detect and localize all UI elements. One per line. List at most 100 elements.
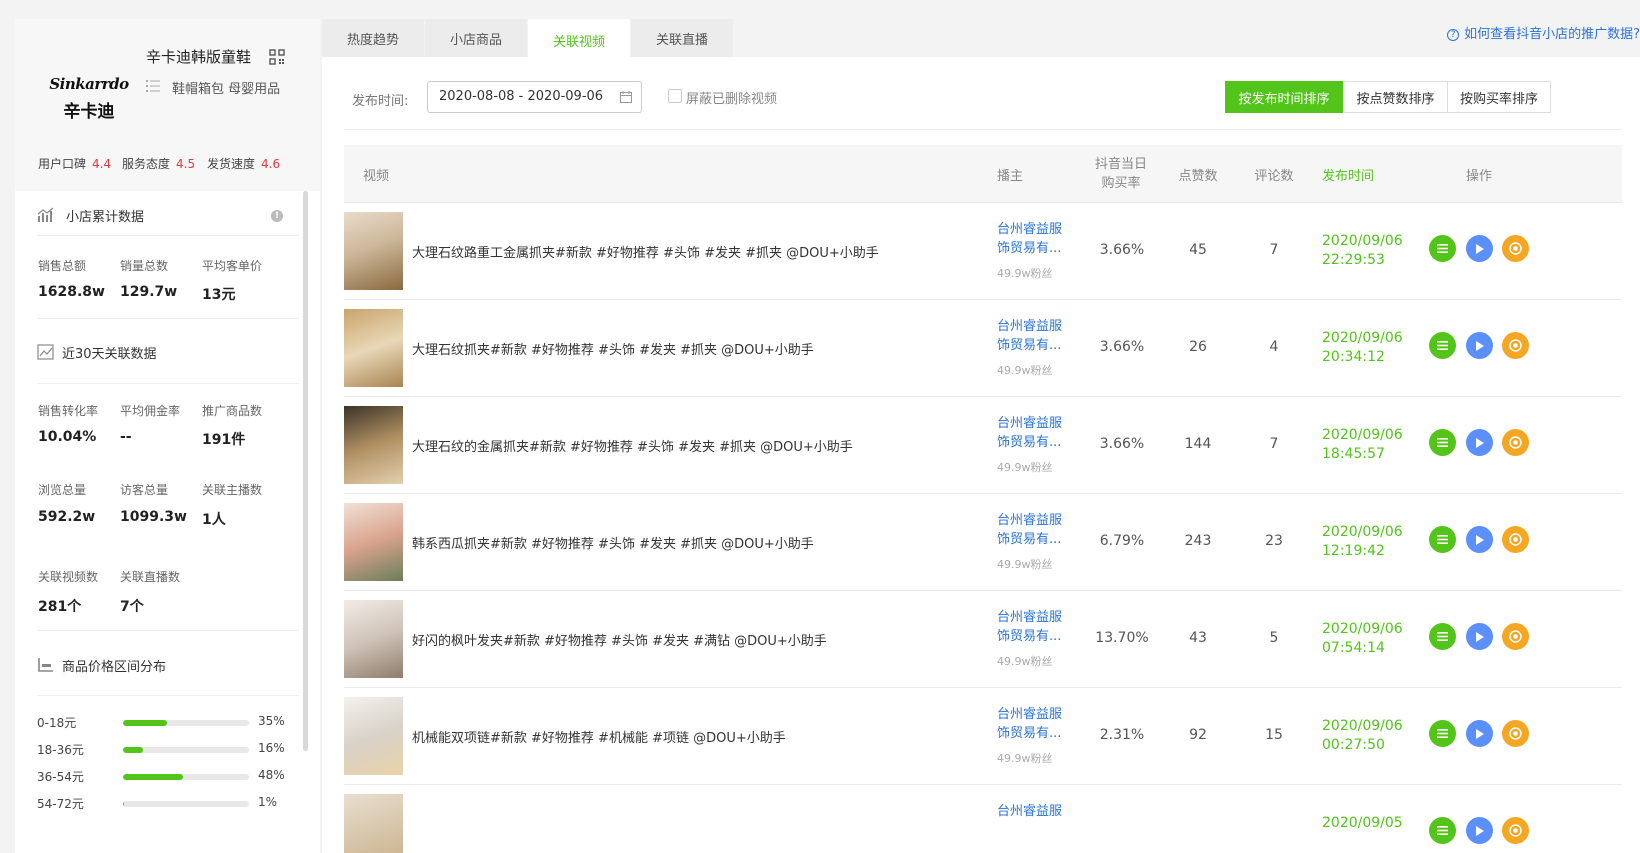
th-video: 视频 (363, 169, 390, 184)
detail-button[interactable] (1429, 526, 1456, 553)
comments-count: 7 (1269, 242, 1279, 258)
trend-chart-icon (37, 344, 54, 360)
tab-0[interactable]: 热度趋势 (322, 19, 424, 57)
th-comments[interactable]: 评论数 (1252, 165, 1296, 184)
anchor-name[interactable]: 台州睿益服 饰贸易有... (997, 705, 1077, 743)
play-button[interactable] (1466, 526, 1493, 553)
video-thumbnail[interactable] (344, 697, 403, 775)
track-button[interactable] (1502, 817, 1529, 844)
video-thumbnail[interactable] (344, 212, 403, 290)
play-button[interactable] (1466, 720, 1493, 747)
price-range-label: 0-18元 (37, 716, 77, 730)
video-title[interactable]: 大理石纹的金属抓夹#新款 #好物推荐 #头饰 #发夹 #抓夹 @DOU+小助手 (412, 436, 853, 455)
video-thumbnail[interactable] (344, 794, 403, 853)
tab-2[interactable]: 关联视频 (528, 19, 630, 61)
play-button[interactable] (1466, 429, 1493, 456)
anchor-fans: 49.9w粉丝 (997, 558, 1053, 571)
comments-count: 4 (1269, 339, 1279, 355)
video-thumbnail[interactable] (344, 406, 403, 484)
price-range-pct: 16% (258, 741, 285, 755)
sort-button-0[interactable]: 按发布时间排序 (1225, 81, 1343, 113)
comments-count: 7 (1269, 436, 1279, 452)
target-icon (1509, 436, 1522, 449)
qrcode-icon[interactable] (269, 49, 285, 65)
price-range-bar (123, 774, 249, 780)
detail-button[interactable] (1429, 817, 1456, 844)
anchor-name[interactable]: 台州睿益服 饰贸易有... (997, 317, 1077, 355)
table-row[interactable]: 大理石纹的金属抓夹#新款 #好物推荐 #头饰 #发夹 #抓夹 @DOU+小助手 … (344, 397, 1622, 494)
play-button[interactable] (1466, 817, 1493, 844)
help-icon: ? (1447, 29, 1460, 41)
th-publish-time[interactable]: 发布时间 (1322, 165, 1374, 184)
video-title[interactable]: 韩系西瓜抓夹#新款 #好物推荐 #头饰 #发夹 #抓夹 @DOU+小助手 (412, 533, 814, 552)
tab-1[interactable]: 小店商品 (425, 19, 527, 57)
track-button[interactable] (1502, 429, 1529, 456)
buy-rate: 3.66% (1099, 339, 1145, 355)
likes-count: 243 (1184, 533, 1212, 549)
buy-rate: 13.70% (1095, 630, 1149, 646)
likes-count: 45 (1189, 242, 1207, 258)
date-range-input[interactable]: 2020-08-08 - 2020-09-06 (427, 81, 642, 113)
detail-button[interactable] (1429, 429, 1456, 456)
video-title[interactable]: 大理石纹路重工金属抓夹#新款 #好物推荐 #头饰 #发夹 #抓夹 @DOU+小助… (412, 242, 879, 261)
video-thumbnail[interactable] (344, 503, 403, 581)
table-row[interactable]: 大理石纹路重工金属抓夹#新款 #好物推荐 #头饰 #发夹 #抓夹 @DOU+小助… (344, 203, 1622, 300)
track-button[interactable] (1502, 235, 1529, 262)
detail-button[interactable] (1429, 720, 1456, 747)
stat-label: 销售转化率 (38, 404, 99, 418)
stat-label: 关联视频数 (38, 570, 99, 584)
likes-count: 92 (1189, 727, 1207, 743)
track-button[interactable] (1502, 623, 1529, 650)
sort-button-2[interactable]: 按购买率排序 (1447, 81, 1551, 113)
video-thumbnail[interactable] (344, 600, 403, 678)
video-title[interactable]: 机械能双项链#新款 #好物推荐 #机械能 #项链 @DOU+小助手 (412, 727, 786, 746)
track-button[interactable] (1502, 526, 1529, 553)
detail-button[interactable] (1429, 623, 1456, 650)
anchor-name[interactable]: 台州睿益服 饰贸易有... (997, 511, 1077, 549)
th-likes[interactable]: 点赞数 (1176, 165, 1220, 184)
anchor-name[interactable]: 台州睿益服 (997, 802, 1077, 821)
video-thumbnail[interactable] (344, 309, 403, 387)
sort-button-1[interactable]: 按点赞数排序 (1343, 81, 1448, 113)
comments-count: 23 (1265, 533, 1283, 549)
play-button[interactable] (1466, 332, 1493, 359)
play-icon (1476, 243, 1484, 254)
hide-deleted-label[interactable]: 屏蔽已删除视频 (686, 88, 777, 107)
detail-button[interactable] (1429, 235, 1456, 262)
divider (37, 630, 299, 631)
hide-deleted-checkbox[interactable] (668, 89, 682, 103)
stat-value: 1628.8w (38, 284, 105, 300)
anchor-name[interactable]: 台州睿益服 饰贸易有... (997, 414, 1077, 452)
play-button[interactable] (1466, 235, 1493, 262)
tab-3[interactable]: 关联直播 (631, 19, 733, 57)
th-buy-rate[interactable]: 抖音当日 购买率 (1092, 155, 1150, 193)
logo-text-cn: 辛卡迪 (63, 101, 115, 122)
axis-chart-icon (38, 658, 53, 672)
list-icon (1437, 632, 1448, 641)
table-row[interactable]: 台州睿益服 2020/09/05 (344, 785, 1622, 853)
anchor-name[interactable]: 台州睿益服 饰贸易有... (997, 608, 1077, 646)
sidebar-scrollbar[interactable] (303, 191, 308, 751)
anchor-name[interactable]: 台州睿益服 饰贸易有... (997, 220, 1077, 258)
price-dist-title: 商品价格区间分布 (62, 660, 167, 675)
buy-rate: 6.79% (1099, 533, 1145, 549)
detail-button[interactable] (1429, 332, 1456, 359)
track-button[interactable] (1502, 332, 1529, 359)
play-button[interactable] (1466, 623, 1493, 650)
track-button[interactable] (1502, 720, 1529, 747)
score-reputation: 用户口碑 4.4 (38, 157, 112, 171)
video-title[interactable]: 好闪的枫叶发夹#新款 #好物推荐 #头饰 #发夹 #满钻 @DOU+小助手 (412, 630, 827, 649)
shop-sidebar: Sinkarrdo 辛卡迪 辛卡迪韩版童鞋 鞋帽箱包 母婴用品 用户口碑 4.4 … (15, 19, 320, 853)
anchor-fans: 49.9w粉丝 (997, 364, 1053, 377)
table-row[interactable]: 大理石纹抓夹#新款 #好物推荐 #头饰 #发夹 #抓夹 @DOU+小助手 台州睿… (344, 300, 1622, 397)
info-icon[interactable]: ! (271, 210, 283, 222)
target-icon (1509, 630, 1522, 643)
help-link[interactable]: ? 如何查看抖音小店的推广数据? (1447, 23, 1640, 42)
video-title[interactable]: 大理石纹抓夹#新款 #好物推荐 #头饰 #发夹 #抓夹 @DOU+小助手 (412, 339, 814, 358)
table-row[interactable]: 好闪的枫叶发夹#新款 #好物推荐 #头饰 #发夹 #满钻 @DOU+小助手 台州… (344, 591, 1622, 688)
anchor-fans: 49.9w粉丝 (997, 267, 1053, 280)
play-icon (1476, 437, 1484, 448)
play-icon (1476, 631, 1484, 642)
table-row[interactable]: 韩系西瓜抓夹#新款 #好物推荐 #头饰 #发夹 #抓夹 @DOU+小助手 台州睿… (344, 494, 1622, 591)
table-row[interactable]: 机械能双项链#新款 #好物推荐 #机械能 #项链 @DOU+小助手 台州睿益服饰… (344, 688, 1622, 785)
